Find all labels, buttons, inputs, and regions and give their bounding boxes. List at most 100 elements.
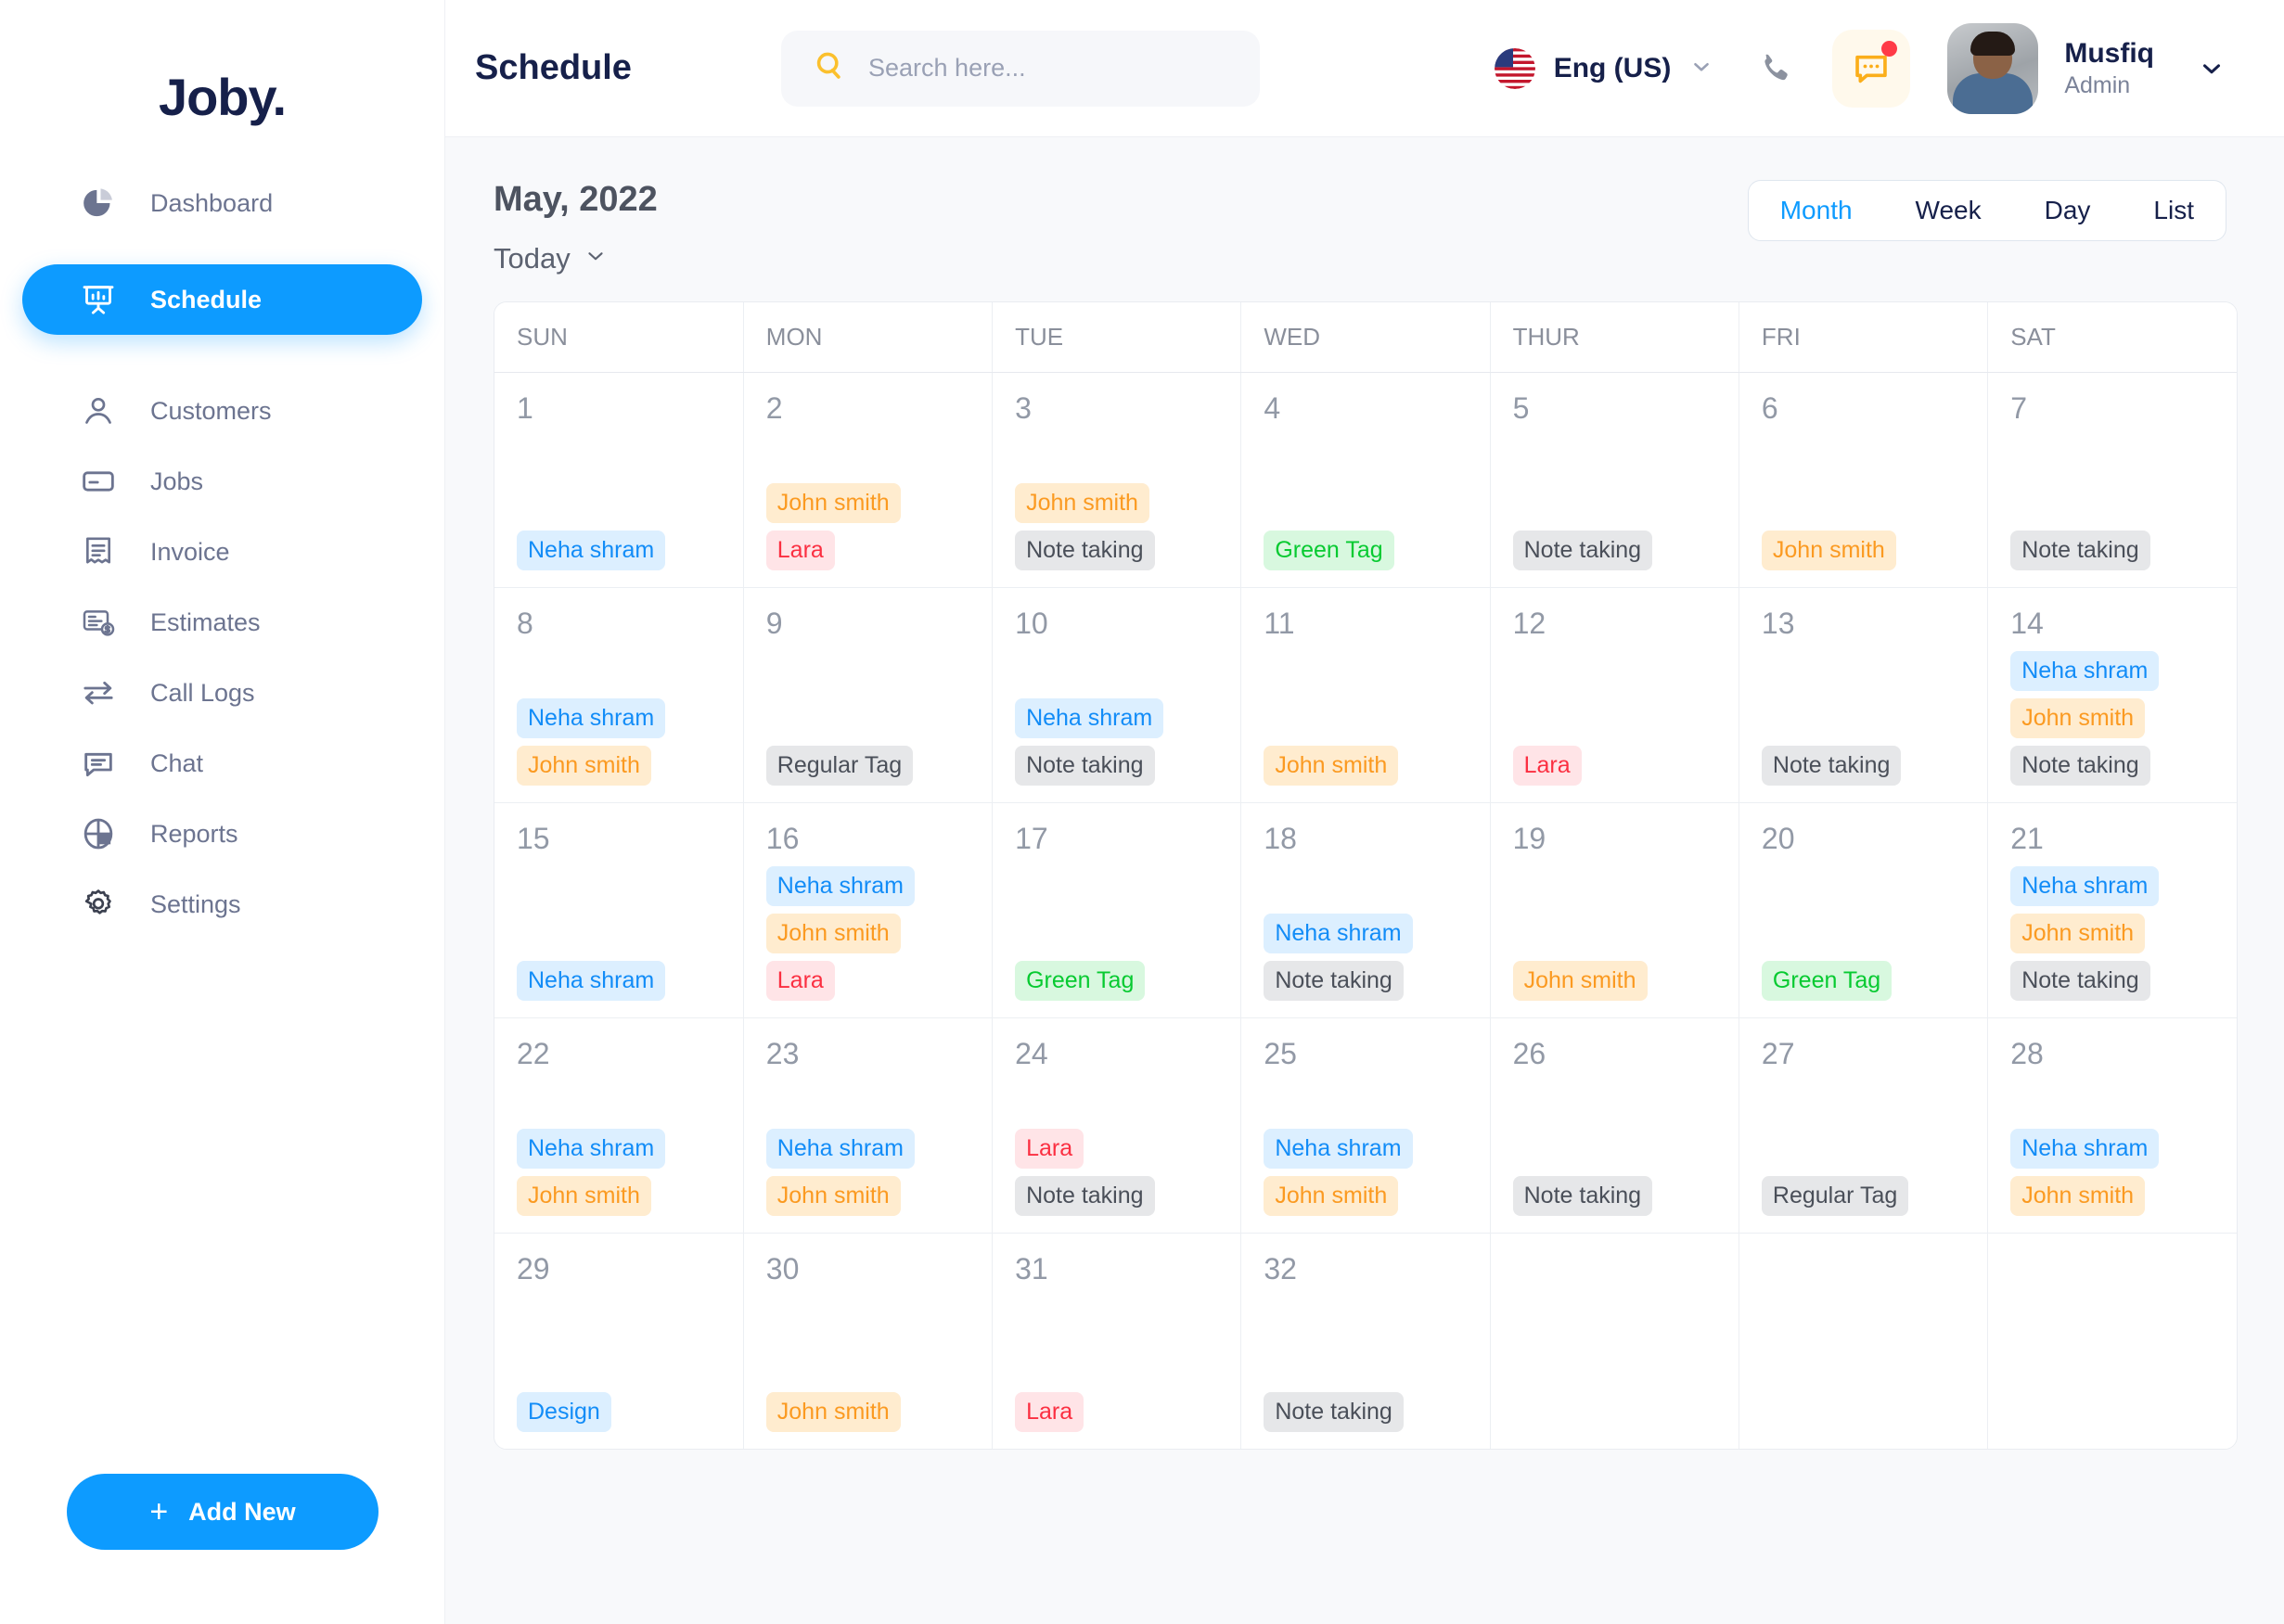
event-tag[interactable]: Note taking	[1015, 1176, 1155, 1216]
calendar-day-cell[interactable]: 22 Neha shram John smith	[494, 1017, 744, 1234]
calendar-day-cell[interactable]: 6 John smith	[1739, 372, 1989, 588]
event-tag[interactable]: John smith	[2010, 914, 2146, 953]
search-bar[interactable]	[781, 30, 1260, 107]
event-tag[interactable]: Regular Tag	[765, 746, 914, 786]
calendar-day-cell[interactable]: 17 Green Tag	[992, 802, 1242, 1018]
sidebar-item-estimates[interactable]: Estimates	[22, 587, 422, 658]
event-tag[interactable]: Regular Tag	[1761, 1176, 1909, 1216]
tab-day[interactable]: Day	[2013, 181, 2123, 240]
avatar[interactable]	[1947, 22, 2039, 114]
search-input[interactable]	[868, 54, 1228, 83]
event-tag[interactable]: John smith	[1264, 746, 1399, 786]
event-tag[interactable]: Lara	[1015, 1391, 1084, 1432]
event-tag[interactable]: Note taking	[1761, 746, 1902, 786]
calendar-day-cell[interactable]: 1 Neha shram	[494, 372, 744, 588]
event-tag[interactable]: Note taking	[2010, 961, 2150, 1001]
event-tag[interactable]: John smith	[765, 1176, 901, 1216]
event-tag[interactable]: John smith	[1761, 531, 1896, 570]
calendar-day-cell[interactable]: 29 Design	[494, 1233, 744, 1449]
event-tag[interactable]: John smith	[1264, 1176, 1399, 1216]
sidebar-item-jobs[interactable]: Jobs	[22, 446, 422, 517]
event-tag[interactable]: Note taking	[1015, 746, 1155, 786]
event-tag[interactable]: Neha shram	[1264, 914, 1413, 953]
event-tag[interactable]: Lara	[765, 961, 835, 1001]
calendar-day-cell[interactable]: 24 Lara Note taking	[992, 1017, 1242, 1234]
event-tag[interactable]: Green Tag	[1015, 961, 1146, 1001]
sidebar-item-chat[interactable]: Chat	[22, 728, 422, 799]
sidebar-item-customers[interactable]: Customers	[22, 376, 422, 446]
calendar-day-cell[interactable]: 12 Lara	[1490, 587, 1739, 803]
event-tag[interactable]: Neha shram	[517, 698, 666, 738]
language-selector[interactable]: Eng (US)	[1494, 47, 1714, 89]
event-tag[interactable]: John smith	[2010, 1176, 2146, 1216]
calendar-day-cell[interactable]: 10 Neha shram Note taking	[992, 587, 1242, 803]
event-tag[interactable]: Neha shram	[517, 961, 666, 1001]
calendar-day-cell[interactable]: 18 Neha shram Note taking	[1240, 802, 1491, 1018]
event-tag[interactable]: Design	[517, 1391, 611, 1432]
calendar-day-cell[interactable]: 28 Neha shram John smith	[1987, 1017, 2237, 1234]
event-tag[interactable]: John smith	[765, 914, 901, 953]
event-tag[interactable]: Green Tag	[1264, 531, 1394, 570]
today-dropdown[interactable]: Today	[494, 242, 608, 275]
event-tag[interactable]: Note taking	[2010, 531, 2150, 570]
calendar-day-cell[interactable]: 5 Note taking	[1490, 372, 1739, 588]
calendar-day-cell[interactable]: 32 Note taking	[1240, 1233, 1491, 1449]
calendar-day-cell[interactable]: 7 Note taking	[1987, 372, 2237, 588]
sidebar-item-reports[interactable]: Reports	[22, 799, 422, 869]
calendar-day-cell[interactable]: 20 Green Tag	[1739, 802, 1989, 1018]
event-tag[interactable]: John smith	[1512, 961, 1648, 1001]
event-tag[interactable]: Lara	[765, 531, 835, 570]
calendar-day-cell[interactable]: 2 John smith Lara	[743, 372, 994, 588]
user-menu-chevron-down-icon[interactable]	[2191, 48, 2232, 89]
event-tag[interactable]: Neha shram	[517, 531, 666, 570]
event-tag[interactable]: Note taking	[1512, 1176, 1653, 1216]
event-tag[interactable]: John smith	[765, 483, 901, 523]
event-tag[interactable]: Neha shram	[517, 1129, 666, 1169]
calendar-day-cell[interactable]: 25 Neha shram John smith	[1240, 1017, 1491, 1234]
calendar-day-cell[interactable]: 27 Regular Tag	[1739, 1017, 1989, 1234]
calendar-day-cell[interactable]: 8 Neha shram John smith	[494, 587, 744, 803]
event-tag[interactable]: John smith	[517, 1176, 651, 1216]
event-tag[interactable]: Lara	[1512, 746, 1582, 786]
event-tag[interactable]: Note taking	[1264, 1391, 1404, 1432]
sidebar-item-dashboard[interactable]: Dashboard	[22, 168, 422, 238]
event-tag[interactable]: Note taking	[2010, 746, 2150, 786]
event-tag[interactable]: Neha shram	[765, 866, 915, 906]
calendar-day-cell[interactable]: 11 John smith	[1240, 587, 1491, 803]
event-tag[interactable]: Neha shram	[1264, 1129, 1413, 1169]
calendar-day-cell[interactable]: 21 Neha shram John smith Note taking	[1987, 802, 2237, 1018]
event-tag[interactable]: Green Tag	[1761, 961, 1893, 1001]
calendar-day-cell[interactable]: 3 John smith Note taking	[992, 372, 1242, 588]
event-tag[interactable]: Neha shram	[1015, 698, 1164, 738]
tab-month[interactable]: Month	[1749, 181, 1884, 240]
sidebar-item-invoice[interactable]: Invoice	[22, 517, 422, 587]
calendar-day-cell[interactable]: 26 Note taking	[1490, 1017, 1739, 1234]
calendar-day-cell[interactable]: 19 John smith	[1490, 802, 1739, 1018]
phone-icon[interactable]	[1754, 48, 1795, 89]
sidebar-item-schedule[interactable]: Schedule	[22, 264, 422, 335]
calendar-day-cell[interactable]: 30 John smith	[743, 1233, 994, 1449]
event-tag[interactable]: John smith	[2010, 698, 2146, 738]
sidebar-item-settings[interactable]: Settings	[22, 869, 422, 940]
calendar-day-cell[interactable]: 16 Neha shram John smith Lara	[743, 802, 994, 1018]
event-tag[interactable]: Neha shram	[2010, 651, 2160, 691]
event-tag[interactable]: Note taking	[1512, 531, 1653, 570]
sidebar-item-call-logs[interactable]: Call Logs	[22, 658, 422, 728]
tab-list[interactable]: List	[2122, 181, 2226, 240]
calendar-day-cell[interactable]: 15 Neha shram	[494, 802, 744, 1018]
event-tag[interactable]: Neha shram	[2010, 866, 2160, 906]
event-tag[interactable]: Neha shram	[2010, 1129, 2160, 1169]
calendar-day-cell[interactable]: 9 Regular Tag	[743, 587, 994, 803]
event-tag[interactable]: Lara	[1015, 1129, 1084, 1169]
event-tag[interactable]: Neha shram	[765, 1129, 915, 1169]
message-button[interactable]	[1832, 29, 1911, 108]
calendar-day-cell[interactable]: 31 Lara	[992, 1233, 1242, 1449]
calendar-day-cell[interactable]: 13 Note taking	[1739, 587, 1989, 803]
calendar-day-cell[interactable]: 4 Green Tag	[1240, 372, 1491, 588]
event-tag[interactable]: John smith	[765, 1391, 901, 1432]
event-tag[interactable]: Note taking	[1015, 531, 1155, 570]
calendar-day-cell[interactable]: 14 Neha shram John smith Note taking	[1987, 587, 2237, 803]
calendar-day-cell[interactable]: 23 Neha shram John smith	[743, 1017, 994, 1234]
event-tag[interactable]: John smith	[1015, 483, 1149, 523]
tab-week[interactable]: Week	[1884, 181, 2013, 240]
